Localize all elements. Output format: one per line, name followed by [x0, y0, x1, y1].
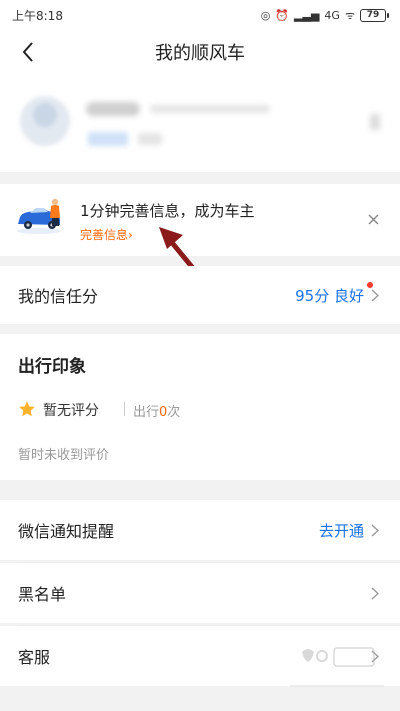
page-title: 我的顺风车: [155, 43, 245, 64]
chevron-right-icon: [368, 523, 382, 537]
blacklist-label: 黑名单: [18, 585, 67, 604]
blurred-tag: [88, 132, 128, 146]
battery-icon: 79: [360, 8, 389, 22]
trip-count: 出行0次: [133, 401, 180, 420]
chevron-right-icon: [370, 114, 380, 130]
nav-bar: 我的顺风车: [0, 30, 400, 74]
wifi-icon: ᯤ: [344, 8, 355, 22]
blurred-tag: [138, 133, 162, 145]
car-owner-icon: [17, 198, 61, 234]
watermark-logo: [290, 647, 384, 687]
trust-score-label: 我的信任分: [18, 287, 99, 306]
close-icon: [368, 214, 378, 224]
trust-score-value: 95分 良好: [295, 286, 364, 305]
blurred-info: [150, 105, 270, 113]
status-time: 上午8:18: [12, 8, 63, 23]
rating-text: 暂无评分: [43, 403, 99, 419]
travel-impression-card: 出行印象 暂无评分 出行0次 暂时未收到评价: [0, 334, 400, 480]
blurred-name: [86, 102, 140, 116]
signal-icon: ▂▃▅: [294, 8, 320, 22]
status-icons: ◎ ⏰ ▂▃▅ 4G ᯤ 79: [260, 8, 389, 23]
trip-prefix: 出行: [133, 405, 160, 420]
wechat-notify-label: 微信通知提醒: [18, 522, 115, 541]
notification-dot: [367, 282, 373, 288]
hotspot-icon: ◎: [260, 8, 271, 22]
wechat-notify-row[interactable]: 微信通知提醒 去开通: [0, 500, 400, 560]
avatar: [20, 96, 70, 146]
chevron-left-icon: [22, 42, 33, 62]
profile-card[interactable]: [0, 74, 400, 172]
trust-score-row[interactable]: 我的信任分 95分 良好: [0, 266, 400, 324]
blacklist-row[interactable]: 黑名单: [0, 563, 400, 623]
star-icon: [19, 401, 35, 417]
battery-level: 79: [366, 10, 380, 20]
wechat-enable-link[interactable]: 去开通: [319, 520, 364, 541]
chevron-right-icon: [368, 288, 382, 302]
alarm-icon: ⏰: [275, 8, 290, 22]
network-type: 4G: [324, 8, 340, 22]
chevron-right-icon: [368, 586, 382, 600]
promo-banner[interactable]: 1分钟完善信息，成为车主 完善信息›: [0, 184, 400, 256]
trip-suffix: 次: [167, 405, 181, 420]
impression-title: 出行印象: [18, 357, 86, 377]
divider: [124, 402, 125, 416]
back-button[interactable]: [14, 38, 42, 66]
close-button[interactable]: [362, 208, 384, 230]
no-review-text: 暂时未收到评价: [18, 448, 110, 463]
status-bar: 上午8:18 ◎ ⏰ ▂▃▅ 4G ᯤ 79: [0, 0, 400, 30]
promo-title: 1分钟完善信息，成为车主: [80, 202, 255, 220]
complete-info-link[interactable]: 完善信息›: [80, 226, 133, 243]
